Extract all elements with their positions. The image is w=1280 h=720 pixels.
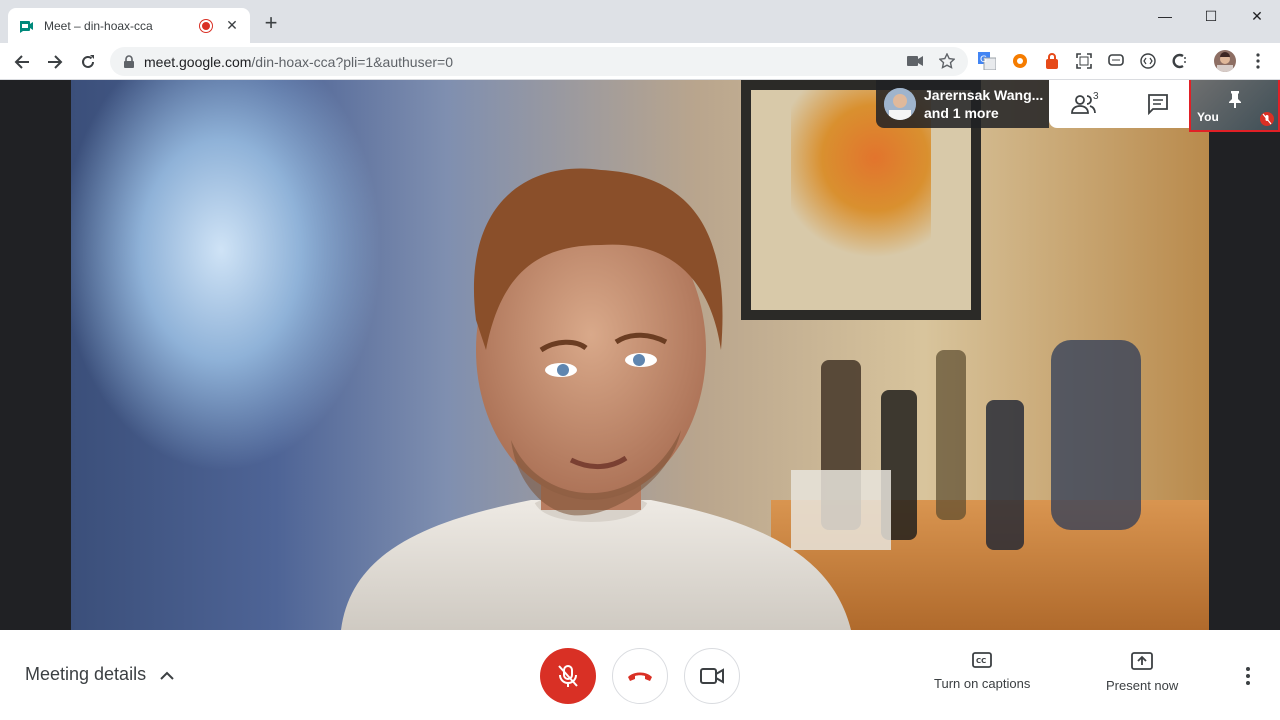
extension-screenshot[interactable] — [1074, 51, 1094, 71]
present-now-button[interactable]: Present now — [1106, 652, 1178, 693]
present-screen-icon — [1131, 652, 1154, 670]
close-window-button[interactable]: ✕ — [1234, 0, 1280, 32]
star-icon — [939, 53, 955, 69]
camera-indicator[interactable] — [904, 50, 926, 72]
captions-button[interactable]: CC Turn on captions — [934, 652, 1030, 691]
more-options-button[interactable] — [1238, 664, 1258, 688]
kebab-menu-icon — [1256, 53, 1260, 69]
participant-avatar-video — [341, 168, 851, 630]
new-tab-button[interactable]: + — [260, 12, 282, 35]
meeting-details-label: Meeting details — [25, 664, 147, 684]
side-panel-tabs: 3 — [1049, 80, 1189, 128]
people-count-badge: 3 — [1093, 91, 1099, 102]
camera-icon — [907, 56, 923, 66]
meeting-stage: Jarernsak Wang... and 1 more 3 You — [0, 80, 1280, 630]
tab-title: Meet – din-hoax-cca — [44, 18, 153, 33]
meet-favicon-icon — [20, 20, 33, 33]
present-label: Present now — [1106, 678, 1179, 693]
profile-avatar[interactable] — [1214, 50, 1236, 72]
chevron-up-icon — [160, 671, 174, 680]
extension-lock[interactable] — [1042, 51, 1062, 71]
extension-chat[interactable] — [1106, 51, 1126, 71]
closed-captions-icon: CC — [972, 652, 993, 668]
participant-name-line: Jarernsak Wang... — [924, 87, 1044, 103]
meeting-details-button[interactable]: Meeting details — [25, 664, 174, 685]
minimize-button[interactable]: — — [1142, 0, 1188, 32]
leave-call-button[interactable] — [612, 648, 668, 704]
lifebuoy-icon — [1013, 54, 1027, 68]
key-lock-icon — [1046, 53, 1058, 69]
mic-toggle-button[interactable] — [540, 648, 596, 704]
participants-names: Jarernsak Wang... and 1 more — [924, 86, 1043, 122]
pin-icon[interactable] — [1227, 90, 1243, 108]
speech-bubble-icon — [1108, 54, 1124, 66]
bookmark-star[interactable] — [936, 50, 958, 72]
chat-button[interactable] — [1145, 92, 1171, 116]
participants-chip[interactable]: Jarernsak Wang... and 1 more — [876, 80, 1049, 128]
translate-icon: G — [978, 52, 996, 70]
main-video-feed — [71, 80, 1209, 630]
browser-toolbar: meet.google.com/din-hoax-cca?pli=1&authu… — [0, 43, 1280, 80]
mic-off-icon — [1260, 112, 1274, 126]
participant-photo-icon — [884, 88, 916, 120]
browser-tab[interactable]: Meet – din-hoax-cca ✕ — [8, 8, 250, 43]
address-bar[interactable]: meet.google.com/din-hoax-cca?pli=1&authu… — [110, 47, 968, 76]
profile-avatar-icon — [1217, 52, 1233, 72]
back-button[interactable] — [8, 48, 36, 76]
self-view-label: You — [1197, 110, 1219, 124]
forward-button[interactable] — [41, 48, 69, 76]
chat-icon — [1148, 94, 1168, 115]
participant-avatar — [884, 88, 916, 120]
browser-menu[interactable] — [1248, 51, 1268, 71]
extension-orange[interactable] — [1010, 51, 1030, 71]
tab-close-icon[interactable]: ✕ — [224, 17, 240, 34]
kebab-menu-icon — [1246, 667, 1250, 685]
recording-dot-icon — [200, 19, 212, 32]
camera-toggle-button[interactable] — [684, 648, 740, 704]
participant-more-line: and 1 more — [924, 105, 999, 121]
call-controls-bar: Meeting details CC Turn on captions Pres… — [0, 630, 1280, 720]
svg-text:CC: CC — [976, 657, 986, 665]
c-extension-icon — [1172, 53, 1186, 69]
extension-brackets[interactable] — [1138, 51, 1158, 71]
extension-c[interactable] — [1170, 51, 1190, 71]
back-arrow-icon — [14, 55, 29, 69]
code-brackets-icon — [1140, 53, 1156, 69]
self-view-tile[interactable]: You — [1189, 80, 1280, 132]
translate-extension[interactable]: G — [977, 51, 997, 71]
reload-button[interactable] — [74, 48, 102, 76]
tab-strip: Meet – din-hoax-cca ✕ + — ☐ ✕ — [0, 0, 1280, 43]
captions-label: Turn on captions — [934, 676, 1031, 691]
url-text: meet.google.com/din-hoax-cca?pli=1&authu… — [144, 53, 453, 70]
forward-arrow-icon — [48, 55, 63, 69]
hangup-phone-icon — [628, 672, 652, 681]
mic-off-icon — [558, 665, 578, 687]
capture-icon — [1076, 53, 1092, 69]
lock-icon — [124, 54, 134, 68]
svg-text:G: G — [980, 55, 987, 65]
reload-icon — [82, 55, 94, 68]
maximize-button[interactable]: ☐ — [1188, 0, 1234, 32]
video-camera-icon — [700, 668, 724, 684]
